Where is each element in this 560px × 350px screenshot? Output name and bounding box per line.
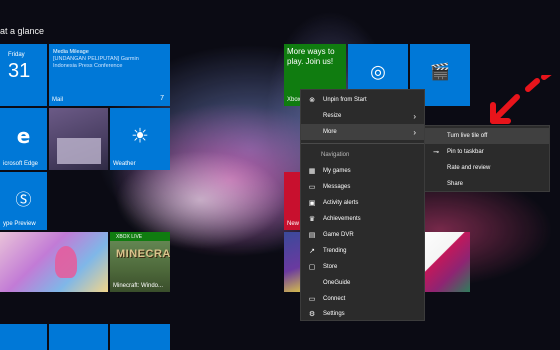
calendar-day: Friday <box>8 52 25 58</box>
trophy-icon: ♛ <box>308 216 316 223</box>
nav-item-activity-alerts[interactable]: ▣ Activity alerts <box>301 195 424 211</box>
groove-icon: ◎ <box>370 61 386 82</box>
nav-item-oneguide[interactable]: OneGuide <box>301 275 424 291</box>
bottom-tile-1[interactable] <box>0 324 47 350</box>
chevron-right-icon: › <box>413 111 416 121</box>
skype-tile[interactable]: Ⓢ ype Preview <box>0 172 47 230</box>
pin-icon: ⊸ <box>433 149 439 156</box>
calendar-tile[interactable]: Friday 31 <box>0 44 47 106</box>
game-character <box>55 246 77 278</box>
nav-item-achievements[interactable]: ♛ Achievements <box>301 211 424 227</box>
calendar-date: 31 <box>8 60 31 82</box>
menu-item-unpin[interactable]: ⊗ Unpin from Start <box>301 92 424 108</box>
games-icon: ▦ <box>308 168 316 175</box>
weather-tile[interactable]: ☀ Weather <box>110 108 170 170</box>
alert-icon: ▣ <box>308 200 316 207</box>
mail-count: 7 <box>160 95 164 102</box>
skype-icon: Ⓢ <box>15 192 32 210</box>
bottom-tile-3[interactable] <box>110 324 170 350</box>
gear-icon: ⚙ <box>308 311 316 318</box>
mail-tile[interactable]: Media Mileage [UNDANGAN PELIPUTAN] Garmi… <box>49 44 170 106</box>
news-label: New <box>287 221 300 227</box>
menu-item-resize[interactable]: Resize › <box>301 108 424 124</box>
skype-label: ype Preview <box>3 221 36 227</box>
game-art-tile[interactable] <box>0 232 108 292</box>
nav-item-trending[interactable]: ↗ Trending <box>301 243 424 259</box>
submenu-pin-to-taskbar[interactable]: ⊸ Pin to taskbar <box>425 144 549 160</box>
photos-tile[interactable] <box>49 108 108 170</box>
message-icon: ▭ <box>308 184 316 191</box>
annotation-arrow-icon <box>490 75 552 124</box>
trending-icon: ↗ <box>309 248 315 255</box>
minecraft-tile[interactable]: XBOX LIVE MINECRAFT Minecraft: Windo... <box>110 232 170 292</box>
xbox-live-badge: XBOX LIVE <box>116 234 143 240</box>
promo-text: More ways to play. Join us! <box>287 47 335 66</box>
nav-item-store[interactable]: ▢ Store <box>301 259 424 275</box>
group-title: at a glance <box>0 26 45 36</box>
dvr-icon: ▤ <box>308 232 316 239</box>
nav-item-game-dvr[interactable]: ▤ Game DVR <box>301 227 424 243</box>
edge-tile[interactable]: e icrosoft Edge <box>0 108 47 170</box>
mail-label: Mail <box>52 97 64 103</box>
weather-label: Weather <box>113 161 136 167</box>
minecraft-label: Minecraft: Windo... <box>113 283 164 289</box>
nav-item-my-games[interactable]: ▦ My games <box>301 163 424 179</box>
navigation-header: Navigation <box>321 152 350 158</box>
edge-icon: e <box>16 123 31 148</box>
bottom-tile-2[interactable] <box>49 324 108 350</box>
submenu-share[interactable]: Share <box>425 176 549 192</box>
edge-label: icrosoft Edge <box>3 161 39 167</box>
unpin-icon: ⊗ <box>309 97 315 104</box>
photo-thumbnail <box>57 138 101 164</box>
menu-separator <box>301 143 424 144</box>
submenu-rate-and-review[interactable]: Rate and review <box>425 160 549 176</box>
menu-item-more[interactable]: More › <box>301 124 424 140</box>
minecraft-logo: MINECRAFT <box>116 248 170 260</box>
arrow-dash-2 <box>541 75 552 80</box>
store-icon: ▢ <box>308 264 316 271</box>
film-icon: 🎬 <box>430 63 450 81</box>
context-menu: ⊗ Unpin from Start Resize › More › Navig… <box>300 89 425 321</box>
mail-preview: Media Mileage [UNDANGAN PELIPUTAN] Garmi… <box>53 49 153 70</box>
arrow-shaft <box>490 94 520 124</box>
xbox-label: Xbox <box>287 97 301 103</box>
mail-title: Media Mileage <box>53 49 89 55</box>
chevron-right-icon: › <box>413 127 416 137</box>
connect-icon: ▭ <box>308 296 316 303</box>
nav-item-messages[interactable]: ▭ Messages <box>301 179 424 195</box>
nav-item-connect[interactable]: ▭ Connect <box>301 291 424 307</box>
mail-subtitle: [UNDANGAN PELIPUTAN] Garmin Indonesia Pr… <box>53 56 139 69</box>
arrow-dash-1 <box>525 78 540 92</box>
nav-item-settings[interactable]: ⚙ Settings <box>301 306 424 322</box>
sun-icon: ☀ <box>131 125 149 148</box>
